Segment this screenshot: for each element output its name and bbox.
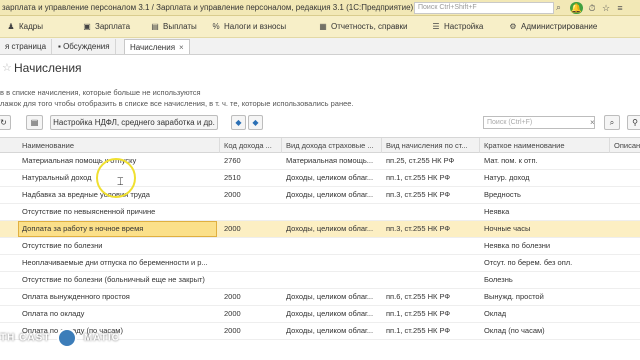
- table-row[interactable]: Оплата по окладу 2000 Доходы, целиком об…: [0, 306, 640, 323]
- open-tabs-bar: я страница ▪ Обсуждения Начисления ×: [0, 38, 640, 55]
- col-short-name[interactable]: Краткое наименование: [480, 138, 610, 153]
- clear-search-icon[interactable]: ×: [590, 116, 598, 129]
- table-row[interactable]: Надбавка за вредные условия труда 2000 Д…: [0, 187, 640, 204]
- col-vid-nachisleniya[interactable]: Вид начисления по ст...: [382, 138, 480, 153]
- settings-icon: ☰: [432, 22, 440, 31]
- screencast-watermark: TH CAST MATIC: [0, 328, 120, 352]
- find-button[interactable]: ⚲: [627, 115, 640, 130]
- title-bar: зарплата и управление персоналом 3.1 / З…: [0, 0, 640, 16]
- history-icon[interactable]: ⏱: [586, 2, 598, 14]
- hint-line-1: в в списке начисления, которые больше не…: [0, 88, 201, 97]
- table-row[interactable]: Материальная помощь к отпуску 2760 Матер…: [0, 153, 640, 170]
- binoculars-icon: ⚲: [632, 118, 638, 127]
- search-button[interactable]: ⌕: [604, 115, 620, 130]
- favorites-star-icon[interactable]: ☆: [600, 2, 612, 14]
- window-title: зарплата и управление персоналом 3.1 / З…: [2, 3, 414, 12]
- refresh-icon: ↻: [0, 118, 7, 127]
- section-nastroyka[interactable]: ☰ Настройка: [431, 20, 483, 34]
- list-settings-button[interactable]: ▤: [26, 115, 43, 130]
- move-up-icon[interactable]: ◆: [231, 115, 246, 130]
- col-code[interactable]: Код дохода ...: [220, 138, 282, 153]
- list-search-input[interactable]: Поиск (Ctrl+F): [483, 116, 595, 129]
- menu-icon[interactable]: ≡: [614, 2, 626, 14]
- table-row-selected[interactable]: Доплата за работу в ночное время 2000 До…: [0, 221, 640, 238]
- col-vid-dohoda[interactable]: Вид дохода страховые ...: [282, 138, 382, 153]
- cursor-highlight-ring: [96, 158, 136, 198]
- section-administration[interactable]: ⚙ Администрирование: [508, 20, 597, 34]
- section-nalogi[interactable]: % Налоги и взносы: [211, 20, 286, 34]
- people-icon: ♟: [7, 22, 15, 31]
- section-otchetnost[interactable]: ▦ Отчетность, справки: [318, 20, 407, 34]
- create-button[interactable]: ↻: [0, 115, 11, 130]
- notification-bell-icon[interactable]: 🔔: [570, 2, 583, 14]
- section-zarplata[interactable]: ▣ Зарплата: [82, 20, 130, 34]
- hint-line-2: лажок для того чтобы отобразить в списке…: [0, 99, 354, 108]
- global-search-input[interactable]: Поиск Ctrl+Shift+F: [414, 2, 554, 14]
- payments-icon: ▤: [151, 22, 159, 31]
- section-vyplaty[interactable]: ▤ Выплаты: [150, 20, 197, 34]
- watermark-logo-icon: [57, 328, 78, 348]
- table-row[interactable]: Отсутствие по болезни Неявка по болезни: [0, 238, 640, 255]
- table-row[interactable]: Отсутствие по болезни (больничный еще не…: [0, 272, 640, 289]
- app-window: зарплата и управление персоналом 3.1 / З…: [0, 0, 640, 360]
- section-kadry[interactable]: ♟ Кадры: [6, 20, 43, 34]
- wallet-icon: ▣: [83, 22, 91, 31]
- percent-icon: %: [212, 22, 220, 31]
- ndfl-settings-button[interactable]: Настройка НДФЛ, среднего заработка и др.: [50, 115, 218, 130]
- favorite-star-icon[interactable]: ☆: [2, 61, 12, 74]
- close-tab-icon[interactable]: ×: [179, 43, 184, 52]
- table-row[interactable]: Оплата вынужденного простоя 2000 Доходы,…: [0, 289, 640, 306]
- move-down-icon[interactable]: ◆: [248, 115, 263, 130]
- page-title: ☆ Начисления: [2, 61, 82, 75]
- search-icon[interactable]: ⌕: [556, 2, 566, 14]
- tab-discussions[interactable]: ▪ Обсуждения: [53, 39, 116, 54]
- mouse-pointer-icon: ⌶: [117, 176, 124, 188]
- tab-nachisleniya[interactable]: Начисления ×: [124, 39, 190, 54]
- list-icon: ▤: [30, 118, 39, 127]
- table-row[interactable]: Неоплачиваемые дни отпуска по беременнос…: [0, 255, 640, 272]
- sections-bar: ♟ Кадры ▣ Зарплата ▤ Выплаты % Налоги и взно…: [0, 16, 640, 38]
- col-description[interactable]: Описан: [610, 138, 640, 153]
- report-icon: ▦: [319, 22, 327, 31]
- tab-home[interactable]: я страница: [0, 39, 53, 54]
- admin-icon: ⚙: [509, 22, 517, 31]
- table-header: Наименование Код дохода ... Вид дохода с…: [0, 137, 640, 153]
- col-name[interactable]: Наименование: [18, 138, 220, 153]
- search-icon: ⌕: [609, 118, 615, 127]
- table-row[interactable]: Отсутствие по невыясненной причине Неявк…: [0, 204, 640, 221]
